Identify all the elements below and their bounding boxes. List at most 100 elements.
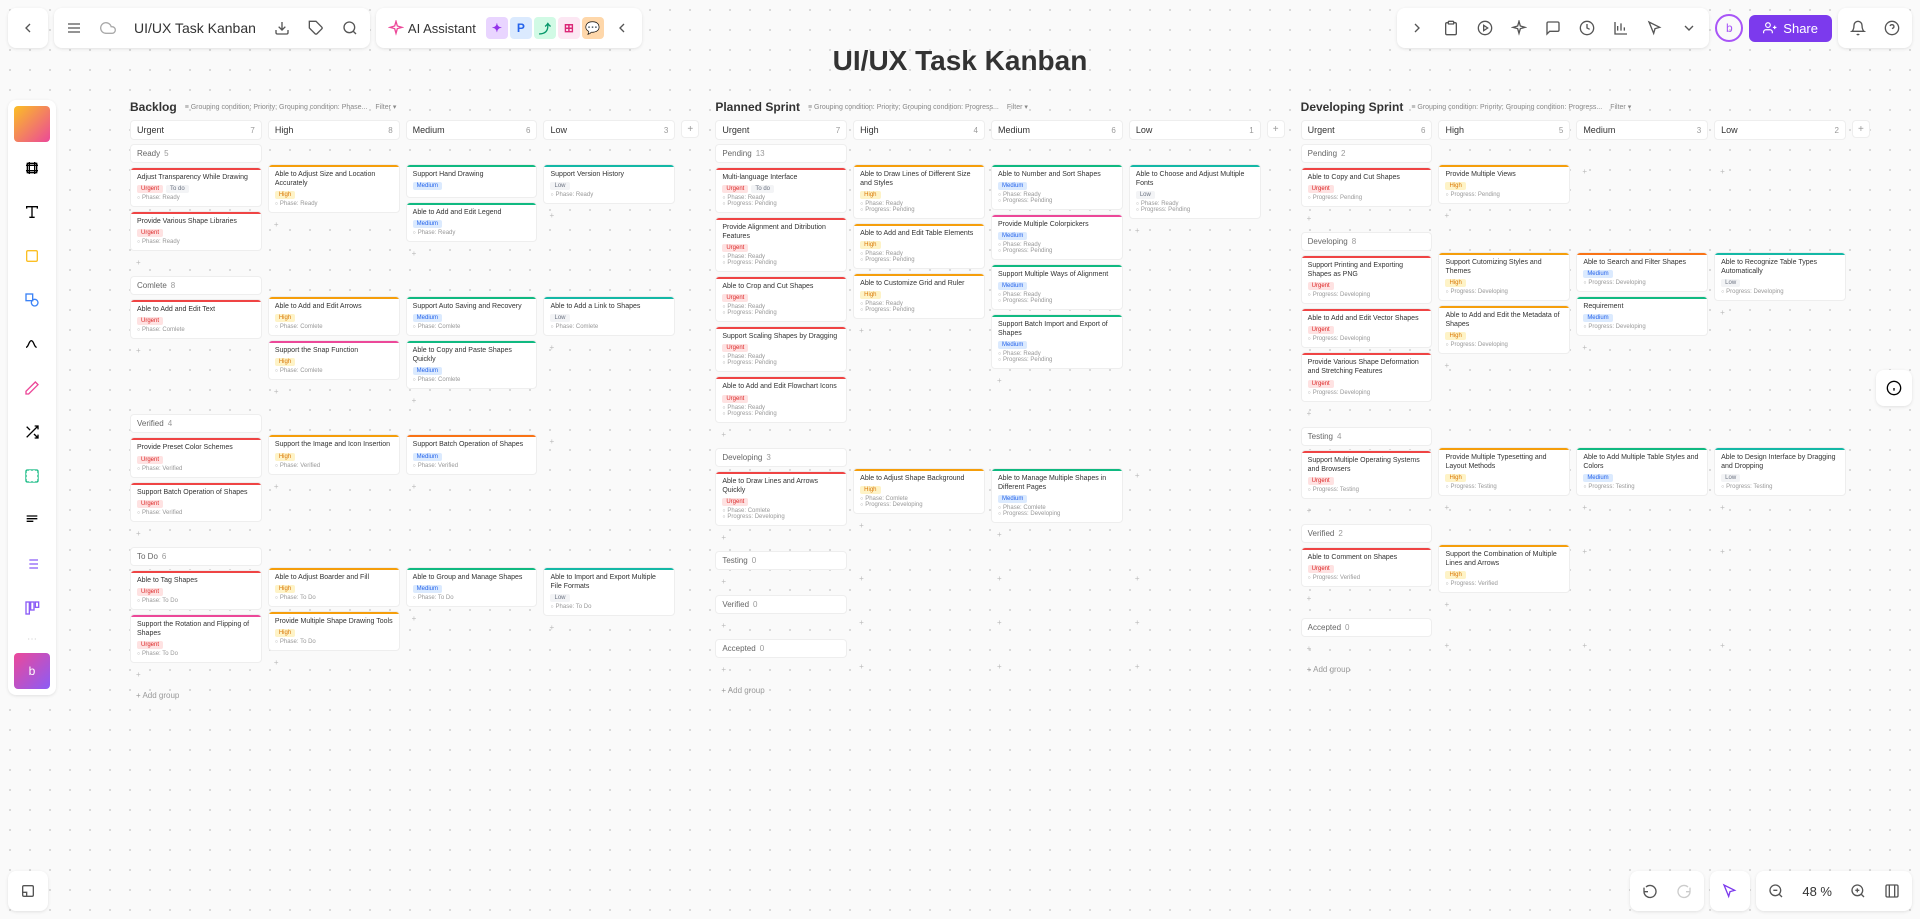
layers-button[interactable] [12, 875, 44, 907]
kanban-card[interactable]: Able to Adjust Shape BackgroundHighPhase… [853, 468, 985, 514]
column-header[interactable]: Urgent6 [1301, 120, 1433, 140]
kanban-card[interactable]: Able to Add and Edit LegendMediumPhase: … [406, 202, 538, 242]
filter-button[interactable]: Filter ▾ [375, 103, 396, 111]
add-card-button[interactable]: + [1438, 208, 1570, 223]
add-card-button[interactable]: + [406, 479, 538, 494]
kanban-tool[interactable] [14, 590, 50, 626]
tool-branch-icon[interactable]: ⤴ [534, 17, 556, 39]
add-card-button[interactable]: + [853, 659, 985, 674]
add-card-button[interactable]: + [1438, 358, 1570, 373]
table-tool[interactable] [14, 458, 50, 494]
help-button[interactable] [1876, 12, 1908, 44]
add-card-button[interactable]: + [715, 662, 847, 677]
kanban-card[interactable]: Able to Adjust Boarder and FillHighPhase… [268, 567, 400, 607]
kanban-card[interactable]: Support Auto Saving and RecoveryMediumPh… [406, 296, 538, 336]
kanban-card[interactable]: Able to Add a Link to ShapesLowPhase: Co… [543, 296, 675, 336]
cursor-icon[interactable] [1639, 12, 1671, 44]
add-card-button[interactable]: + [991, 373, 1123, 388]
kanban-card[interactable]: Able to Draw Lines of Different Size and… [853, 164, 985, 219]
kanban-card[interactable]: Able to Manage Multiple Shapes in Differ… [991, 468, 1123, 523]
kanban-card[interactable]: Able to Adjust Size and Location Accurat… [268, 164, 400, 213]
column-header[interactable]: Low2 [1714, 120, 1846, 140]
kanban-card[interactable]: Support Cutomizing Styles and ThemesHigh… [1438, 252, 1570, 301]
add-card-button[interactable]: + [1129, 223, 1261, 238]
add-card-button[interactable]: + [853, 518, 985, 533]
group-header[interactable]: Accepted0 [715, 639, 847, 658]
tool-chat-icon[interactable]: 💬 [582, 17, 604, 39]
group-header[interactable]: Pending2 [1301, 144, 1433, 163]
add-card-button[interactable]: + [1129, 571, 1261, 586]
add-card-button[interactable]: + [715, 574, 847, 589]
kanban-card[interactable]: Support Hand DrawingMedium [406, 164, 538, 198]
column-header[interactable]: Medium3 [1576, 120, 1708, 140]
kanban-card[interactable]: Able to Group and Manage ShapesMediumPha… [406, 567, 538, 607]
connector-tool[interactable] [14, 326, 50, 362]
pen-tool[interactable] [14, 370, 50, 406]
kanban-card[interactable]: Able to Recognize Table Types Automatica… [1714, 252, 1846, 301]
kanban-card[interactable]: Provide Alignment and Ditribution Featur… [715, 217, 847, 272]
back-button[interactable] [12, 12, 44, 44]
text-tool[interactable] [14, 194, 50, 230]
kanban-card[interactable]: Provide Various Shape Deformation and St… [1301, 352, 1433, 401]
kanban-card[interactable]: Able to Draw Lines and Arrows QuicklyUrg… [715, 471, 847, 526]
kanban-card[interactable]: Able to Add and Edit TextUrgentPhase: Co… [130, 299, 262, 339]
add-card-button[interactable]: + [1576, 340, 1708, 355]
fit-button[interactable] [1876, 875, 1908, 907]
column-header[interactable]: High8 [268, 120, 400, 140]
add-card-button[interactable]: + [1714, 638, 1846, 653]
add-card-button[interactable]: + [853, 615, 985, 630]
add-card-button[interactable]: + [1301, 406, 1433, 421]
add-card-button[interactable]: + [1714, 164, 1846, 179]
shuffle-tool[interactable] [14, 414, 50, 450]
kanban-card[interactable]: Support Multiple Ways of AlignmentMedium… [991, 264, 1123, 310]
kanban-card[interactable]: Provide Multiple ViewsHighProgress: Pend… [1438, 164, 1570, 204]
column-header[interactable]: Low1 [1129, 120, 1261, 140]
filter-button[interactable]: Filter ▾ [1610, 103, 1631, 111]
column-header[interactable]: Urgent7 [715, 120, 847, 140]
add-card-button[interactable]: + [268, 655, 400, 670]
column-header[interactable]: High4 [853, 120, 985, 140]
group-header[interactable]: Verified2 [1301, 524, 1433, 543]
add-card-button[interactable]: + [715, 427, 847, 442]
info-button[interactable] [1876, 370, 1912, 406]
shape-tool[interactable] [14, 282, 50, 318]
timer-icon[interactable] [1571, 12, 1603, 44]
kanban-card[interactable]: Support the Image and Icon InsertionHigh… [268, 434, 400, 474]
kanban-card[interactable]: Provide Multiple ColorpickersMediumPhase… [991, 214, 1123, 260]
add-card-button[interactable]: + [1301, 503, 1433, 518]
add-card-button[interactable]: + [853, 323, 985, 338]
kanban-card[interactable]: Support Batch Operation of ShapesMediumP… [406, 434, 538, 474]
group-header[interactable]: Verified4 [130, 414, 262, 433]
tool-p-icon[interactable]: P [510, 17, 532, 39]
kanban-card[interactable]: Able to Add and Edit Flowchart IconsUrge… [715, 376, 847, 422]
tool-sparkle-icon[interactable]: ✦ [486, 17, 508, 39]
group-header[interactable]: Testing0 [715, 551, 847, 570]
kanban-card[interactable]: Provide Various Shape LibrariesUrgentPha… [130, 211, 262, 251]
add-card-button[interactable]: + [130, 343, 262, 358]
kanban-card[interactable]: Able to Add Multiple Table Styles and Co… [1576, 447, 1708, 496]
add-card-button[interactable]: + [991, 659, 1123, 674]
board-name[interactable]: Planned Sprint [715, 100, 800, 114]
add-card-button[interactable]: + [1714, 544, 1846, 559]
text-block-tool[interactable] [14, 502, 50, 538]
column-header[interactable]: Low3 [543, 120, 675, 140]
kanban-card[interactable]: Support Scaling Shapes by DraggingUrgent… [715, 326, 847, 372]
add-group-button[interactable]: + Add group [715, 683, 1284, 698]
zoom-in-button[interactable] [1842, 875, 1874, 907]
kanban-card[interactable]: Adjust Transparency While DrawingUrgentT… [130, 167, 262, 207]
group-header[interactable]: Testing4 [1301, 427, 1433, 446]
add-card-button[interactable]: + [1129, 615, 1261, 630]
group-header[interactable]: To Do6 [130, 547, 262, 566]
frame-tool[interactable] [14, 150, 50, 186]
add-column-button[interactable]: + [1852, 120, 1870, 138]
kanban-card[interactable]: Support Batch Operation of ShapesUrgentP… [130, 482, 262, 522]
kanban-card[interactable]: Support Multiple Operating Systems and B… [1301, 450, 1433, 499]
add-card-button[interactable]: + [406, 611, 538, 626]
add-card-button[interactable]: + [991, 571, 1123, 586]
add-card-button[interactable]: + [1129, 659, 1261, 674]
board-name[interactable]: Developing Sprint [1301, 100, 1404, 114]
add-group-button[interactable]: + Add group [1301, 662, 1870, 677]
add-card-button[interactable]: + [1301, 641, 1433, 656]
kanban-card[interactable]: RequirementMediumProgress: Developing [1576, 296, 1708, 336]
add-card-button[interactable]: + [1714, 500, 1846, 515]
